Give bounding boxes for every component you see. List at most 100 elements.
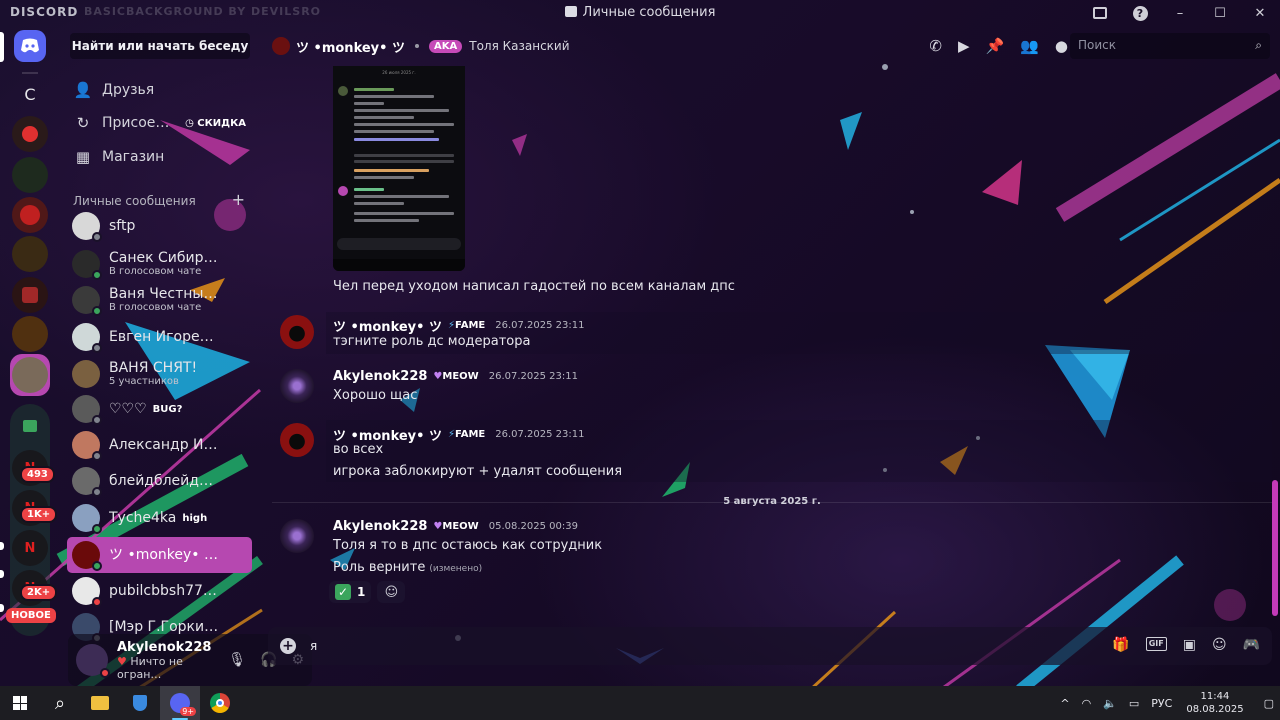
dm-item[interactable]: Ваня Честный… В голосовом чате [67,282,252,318]
message-author[interactable]: Akylenok228 [333,519,427,534]
discord-taskbar-button[interactable]: 9+ [160,686,200,720]
defender-button[interactable] [120,686,160,720]
author-avatar[interactable] [280,315,314,349]
mention-badge: 493 [20,466,55,483]
dm-item[interactable]: Евген Игоревич… [67,319,252,355]
dm-item[interactable]: ВАНЯ СНЯТ! 5 участников [67,356,252,392]
file-explorer-button[interactable] [80,686,120,720]
reaction-check[interactable]: ✓ 1 [329,581,372,603]
server-separator [22,72,38,74]
server-icon[interactable] [12,277,48,313]
date-divider: 5 августа 2025 г. [272,496,1272,508]
dm-item[interactable]: Александр Ивано… [67,427,252,463]
composer-tools: 🎁 GIF ▣ ☺ 🎮 [1112,637,1260,653]
dm-header-label: Личные сообщения [73,194,196,208]
voice-call-icon[interactable]: ✆ [929,37,942,55]
inbox-button[interactable] [1080,0,1120,26]
unread-indicator [0,604,4,612]
dm-item[interactable]: pubilcbbsh777… [67,573,252,609]
composer-input[interactable]: я [310,639,317,653]
nav-friends[interactable]: 👤 Друзья [70,75,250,105]
attached-screenshot[interactable]: 26 июля 2025 г. [333,66,465,271]
recipient-name[interactable]: ツ •monkey• ツ [296,37,405,56]
server-letter-c[interactable]: С [12,76,48,112]
author-avatar[interactable] [280,369,314,403]
guild-tag: ♥MEOW [433,371,478,382]
server-icon[interactable] [12,116,48,152]
pinned-messages-icon[interactable]: 📌 [986,37,1005,55]
dm-name-row: sftp [109,218,135,234]
recipient-alias: Толя Казанский [469,39,570,53]
reactions-bar: ✓ 1 ☺ [329,581,406,603]
emoji-icon[interactable]: ☺ [1212,637,1227,653]
chat-header: ツ •monkey• ツ AKA Толя Казанский ✆ ▶ 📌 👥 … [260,26,1280,66]
maximize-button[interactable]: ☐ [1200,0,1240,26]
status-indicator [92,232,102,242]
dm-item[interactable]: sftp [67,208,252,244]
dm-item[interactable]: ♡♡♡ BUG? [67,391,252,427]
create-dm-plus-icon[interactable]: + [232,192,245,208]
start-button[interactable] [0,686,40,720]
author-avatar[interactable] [280,519,314,553]
message-scrollbar[interactable] [1272,480,1278,616]
dm-item[interactable]: Tуche4ka high [67,500,252,536]
clock[interactable]: 11:44 08.08.2025 [1186,690,1243,716]
find-conversation-button[interactable]: Найти или начать беседу [70,33,250,59]
user-avatar[interactable] [76,644,110,678]
chevron-up-icon[interactable]: ^ [1060,697,1069,710]
server-icon[interactable] [12,316,48,352]
microphone-icon[interactable]: 🎙 [228,652,246,668]
gif-icon[interactable]: GIF [1145,637,1167,651]
author-avatar[interactable] [280,423,314,457]
status-indicator [100,668,110,678]
gift-icon[interactable]: 🎁 [1112,637,1129,653]
help-button[interactable]: ? [1120,0,1160,26]
dm-name: Евген Игоревич… [109,329,219,345]
nav-nitro[interactable]: ↻ Присое… ◷ СКИДКА [70,108,250,138]
message-author[interactable]: ツ •monkey• ツ [333,316,442,335]
dm-text: Евген Игоревич… [109,329,219,345]
search-taskbar-button[interactable]: ⌕ [40,686,80,720]
wifi-icon[interactable]: ◠ [1082,697,1092,710]
add-friends-to-dm-icon[interactable]: 👥 [1020,37,1039,55]
server-icon[interactable] [12,157,48,193]
discount-tag: ◷ СКИДКА [185,117,246,129]
message-author[interactable]: Akylenok228 [333,369,427,384]
server-icon[interactable] [12,236,48,272]
system-tray: ^ ◠ 🔈 ▭ РУС 11:44 08.08.2025 ▢ [1054,686,1280,720]
server-folder[interactable] [10,354,50,396]
dm-name-row: pubilcbbsh777… [109,583,219,599]
language-indicator[interactable]: РУС [1151,697,1172,710]
volume-icon[interactable]: 🔈 [1103,697,1117,710]
close-button[interactable]: ✕ [1240,0,1280,26]
battery-icon[interactable]: ▭ [1129,697,1139,710]
message-composer[interactable]: + я 🎁 GIF ▣ ☺ 🎮 [268,627,1272,665]
search-input[interactable]: Поиск ⌕ [1070,33,1270,59]
dm-item[interactable]: ツ •monkey• ツ… [67,537,252,573]
add-reaction-button[interactable]: ☺ [377,581,406,603]
message-header: Akylenok228 ♥MEOW 05.08.2025 00:39 [333,519,578,534]
guild-tag-text: MEOW [442,521,479,532]
dm-item[interactable]: блейдблейдиоо [67,463,252,499]
server-icon[interactable] [12,197,48,233]
date-divider-text: 5 августа 2025 г. [723,496,821,507]
dm-item[interactable]: Санек СибирскийВ голосовом чате [67,246,252,282]
user-profile-icon[interactable]: ● [1055,37,1068,55]
sticker-icon[interactable]: ▣ [1183,637,1196,653]
chrome-taskbar-button[interactable] [200,686,240,720]
reaction-count: 1 [357,585,366,599]
folder-icon [91,696,109,710]
folder-icon[interactable] [12,408,48,444]
minimize-button[interactable]: – [1160,0,1200,26]
activities-gamepad-icon[interactable]: 🎮 [1243,637,1260,653]
help-icon: ? [1132,5,1148,21]
server-icon[interactable]: N [12,530,48,566]
upload-plus-icon[interactable]: + [280,638,296,654]
search-placeholder: Поиск [1078,38,1117,52]
dm-name: pubilcbbsh777… [109,583,219,599]
home-button[interactable] [14,30,46,62]
video-call-icon[interactable]: ▶ [958,37,970,55]
notifications-icon[interactable]: ▢ [1264,697,1274,710]
discord-app-icon: 9+ [170,693,196,716]
nav-shop[interactable]: ▦ Магазин [70,142,250,172]
